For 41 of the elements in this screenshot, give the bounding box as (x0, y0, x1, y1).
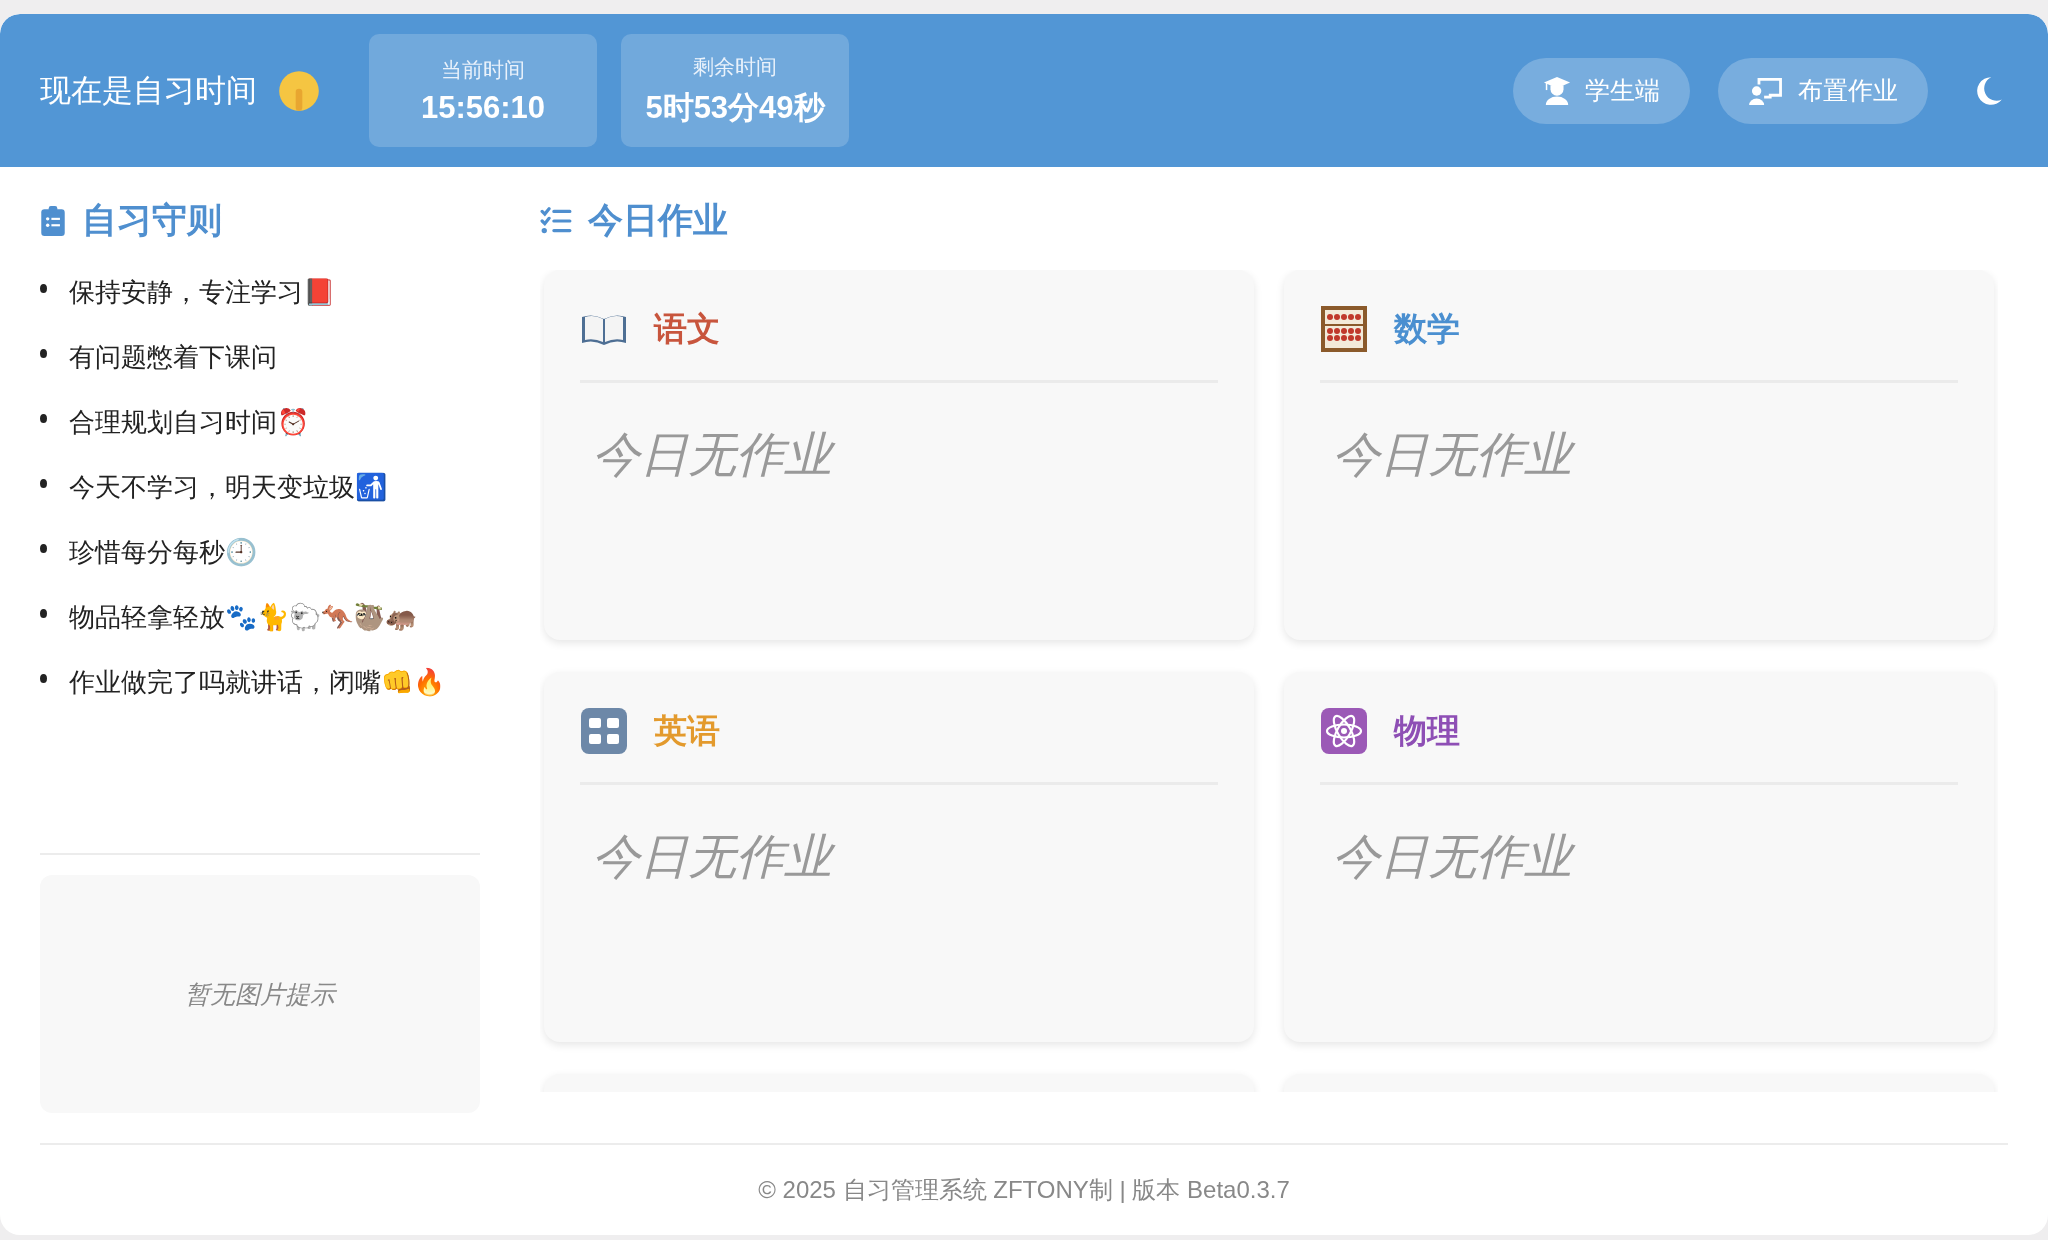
section-title: 自习守则 (40, 197, 480, 244)
subject-name: 数学 (1394, 308, 1460, 349)
bullet-icon (40, 609, 47, 618)
bullet-icon (40, 414, 47, 423)
header-title: 现在是自习时间 (40, 71, 257, 110)
homework-content: 今日无作业 (580, 423, 1218, 487)
subject-name: 物理 (1394, 710, 1460, 751)
clipboard-list-icon (40, 204, 66, 237)
section-title: 今日作业 (540, 197, 1998, 244)
image-tip-text: 暂无图片提示 (185, 978, 335, 1010)
homework-content: 今日无作业 (580, 825, 1218, 889)
time-value: 5时53分49秒 (645, 88, 825, 127)
checklist-icon (540, 206, 572, 235)
letters-tile-icon (580, 707, 628, 755)
time-label: 剩余时间 (693, 53, 777, 80)
teacher-board-icon (1748, 75, 1784, 106)
rule-text: 有问题憋着下课问 (69, 341, 277, 374)
homework-content: 今日无作业 (1320, 825, 1958, 889)
rule-text: 物品轻拿轻放🐾🐈🐑🦘🦥🦛 (69, 601, 417, 634)
footer-text: © 2025 自习管理系统 ZFTONY制 | 版本 Beta0.3.7 (758, 1175, 1290, 1205)
student-button[interactable]: 学生端 (1513, 57, 1690, 124)
assign-homework-button[interactable]: 布置作业 (1718, 57, 1928, 124)
rule-text: 保持安静，专注学习📕 (69, 276, 335, 309)
homework-content: 今日无作业 (1320, 423, 1958, 487)
rule-text: 作业做完了吗就讲话，闭嘴👊🔥 (69, 666, 445, 699)
emoji-icon (277, 68, 321, 113)
graduate-icon (1543, 75, 1571, 106)
subject-name: 语文 (654, 308, 720, 349)
rule-text: 今天不学习，明天变垃圾🚮 (69, 471, 387, 504)
atom-icon (1320, 707, 1368, 755)
bullet-icon (40, 349, 47, 358)
bullet-icon (40, 674, 47, 683)
subject-name: 英语 (654, 710, 720, 751)
rule-text: 珍惜每分每秒🕘 (69, 536, 257, 569)
abacus-icon (1320, 305, 1368, 353)
time-label: 当前时间 (441, 56, 525, 83)
time-value: 15:56:10 (420, 89, 546, 126)
rule-text: 合理规划自习时间⏰ (69, 406, 309, 439)
bullet-icon (40, 479, 47, 488)
bullet-icon (40, 284, 47, 293)
bullet-icon (40, 544, 47, 553)
